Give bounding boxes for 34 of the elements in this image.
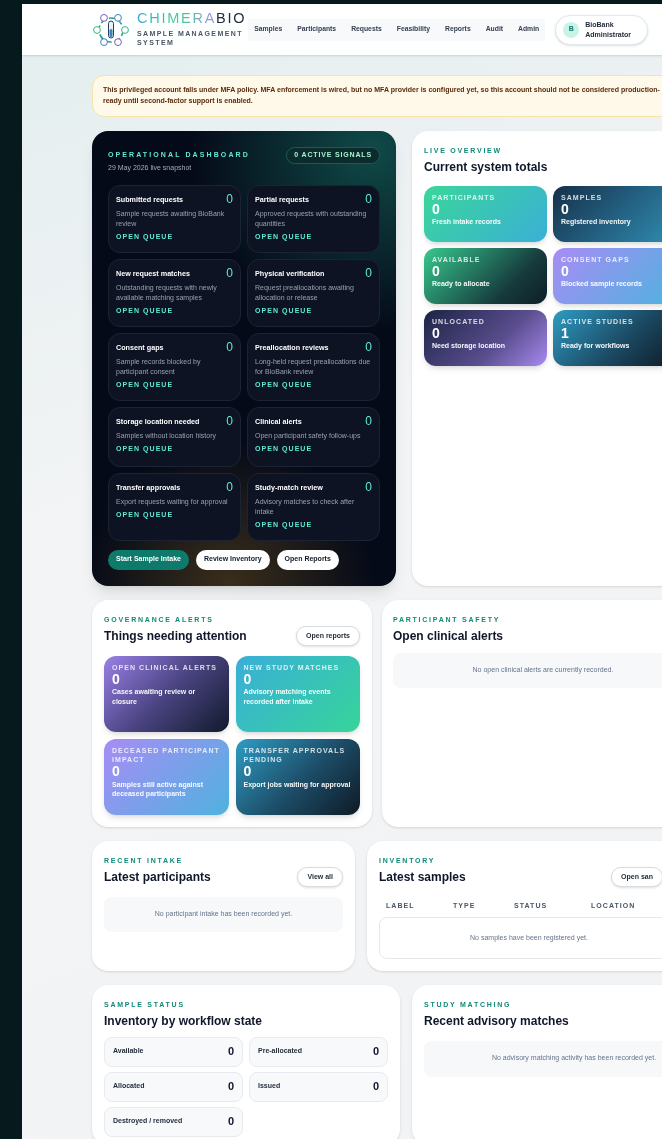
section-title: Current system totals <box>424 160 549 173</box>
queue-count: 0 <box>226 267 233 280</box>
queue-count: 0 <box>365 341 372 354</box>
section-title: Inventory by workflow state <box>104 1014 264 1027</box>
status-count: 0 <box>227 1114 234 1130</box>
tile-value: 0 <box>561 201 570 218</box>
section-title: Latest participants <box>104 870 211 883</box>
queue-count: 0 <box>365 415 372 428</box>
tile-value: 0 <box>432 325 441 342</box>
queue-count: 0 <box>226 193 233 206</box>
section-title: Recent advisory matches <box>424 1014 570 1027</box>
status-count: 0 <box>227 1079 234 1095</box>
tile-value: 0 <box>432 201 441 218</box>
tile-value: 0 <box>243 672 253 688</box>
tile-value: 0 <box>432 263 441 280</box>
section-title: Things needing attention <box>104 629 247 642</box>
tile-value: 0 <box>243 764 253 780</box>
status-count: 0 <box>227 1044 234 1060</box>
queue-count: 0 <box>226 481 233 494</box>
status-count: 0 <box>372 1044 379 1060</box>
queue-count: 0 <box>365 267 372 280</box>
section-title: Open clinical alerts <box>393 629 505 642</box>
queue-count: 0 <box>365 193 372 206</box>
queue-count: 0 <box>226 341 233 354</box>
tile-value: 0 <box>561 263 570 280</box>
queue-count: 0 <box>365 481 372 494</box>
brand-name: BIO <box>216 11 247 26</box>
tile-value: 0 <box>112 672 121 688</box>
brand-name: CHIMERA <box>137 11 217 26</box>
tile-value: 1 <box>561 325 570 342</box>
section-title: Latest samples <box>379 870 466 883</box>
tile-value: 0 <box>112 764 121 780</box>
queue-count: 0 <box>226 415 233 428</box>
status-count: 0 <box>372 1079 379 1095</box>
